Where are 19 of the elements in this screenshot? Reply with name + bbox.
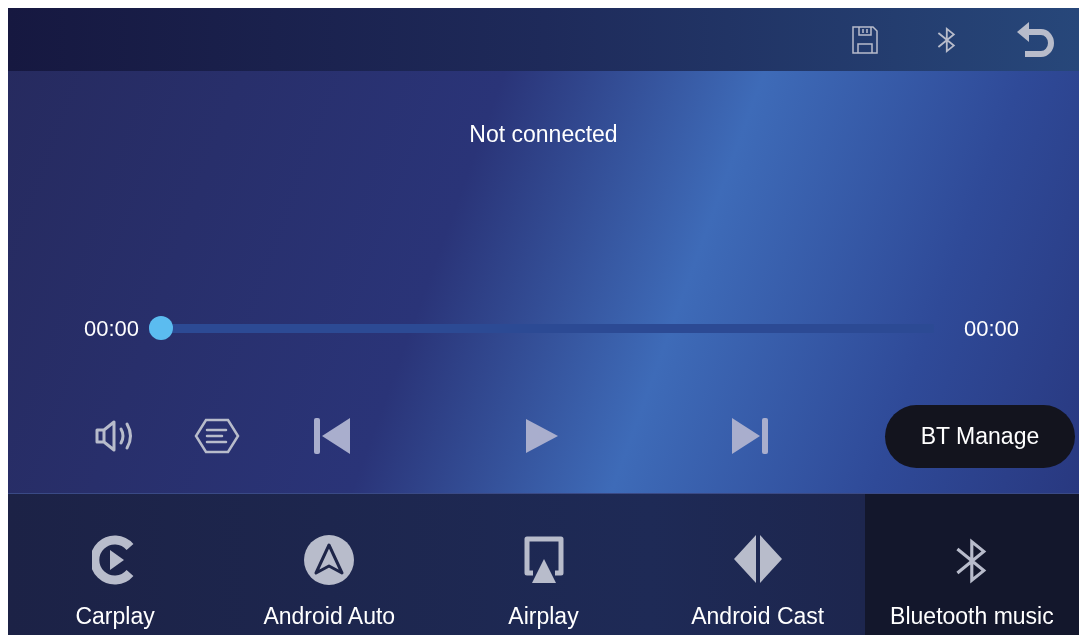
save-icon[interactable] [851,24,880,55]
connection-status: Not connected [469,120,618,149]
play-icon[interactable] [524,417,560,455]
triangle-circle-icon [304,534,355,585]
bluetooth-icon [937,25,957,54]
nav-tab[interactable]: Carplay [8,494,223,635]
nav-tab[interactable]: Android Cast [650,494,865,635]
elapsed-time: 00:00 [84,314,140,343]
bt-manage-button[interactable]: BT Manage [885,404,1075,468]
total-time: 00:00 [963,314,1019,343]
nav-tab[interactable]: Bluetooth music [864,494,1079,635]
next-icon[interactable] [730,416,770,456]
progress-thumb[interactable] [149,316,174,340]
nav-tab[interactable]: Airplay [436,494,651,635]
bluetooth-icon [955,536,989,585]
previous-icon[interactable] [312,416,352,456]
back-icon[interactable] [1015,19,1057,60]
playlist-icon[interactable] [194,418,240,454]
nav-tab[interactable]: Android Auto [222,494,437,635]
